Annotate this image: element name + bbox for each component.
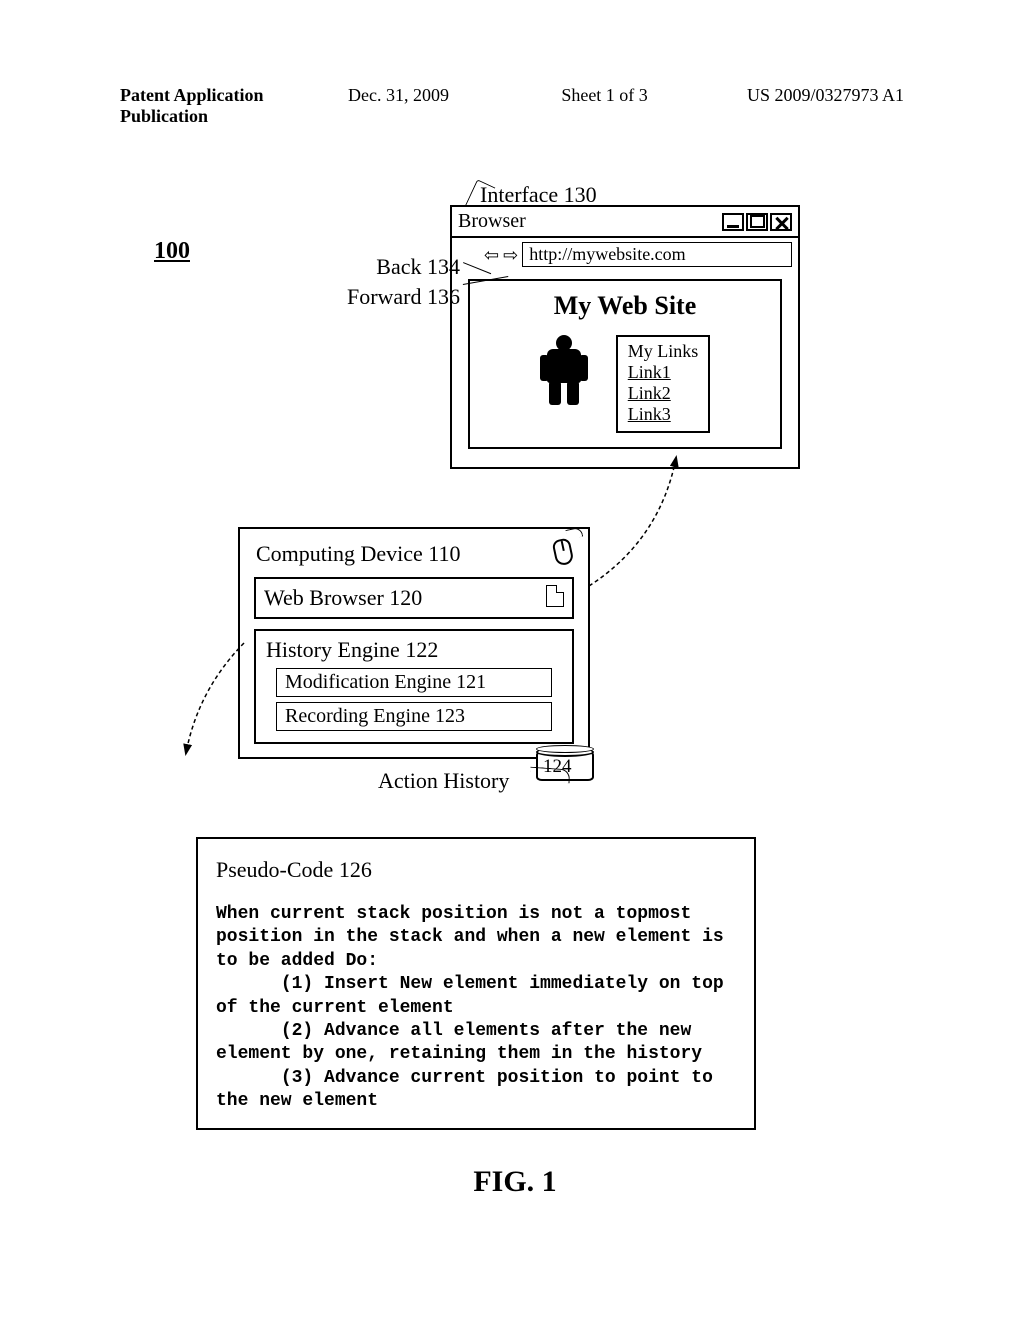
link-2[interactable]: Link2: [628, 383, 699, 404]
close-button[interactable]: [770, 213, 792, 231]
page-heading: My Web Site: [484, 291, 766, 321]
mouse-icon: [551, 537, 574, 566]
back-label: Back 134: [320, 252, 460, 282]
back-forward-labels: Back 134 Forward 136: [320, 252, 460, 311]
page-header: Patent Application Publication Dec. 31, …: [120, 85, 904, 127]
person-icon: [540, 335, 588, 405]
forward-arrow-icon[interactable]: ⇨: [503, 246, 518, 264]
action-history-label: Action History: [378, 768, 509, 794]
maximize-button[interactable]: [746, 213, 768, 231]
url-input[interactable]: http://mywebsite.com: [522, 242, 792, 267]
callout-lead-action-history: [530, 767, 571, 784]
history-engine-box: History Engine 122 Modification Engine 1…: [254, 629, 574, 744]
publication-label: Patent Application Publication: [120, 85, 306, 127]
browser-content: My Web Site My Links Link1 Link2 Link3: [468, 279, 782, 449]
link-3[interactable]: Link3: [628, 404, 699, 425]
computing-device-label: Computing Device 110: [256, 541, 554, 567]
publication-date: Dec. 31, 2009: [306, 85, 492, 127]
browser-nav-bar: ⇦ ⇨ http://mywebsite.com: [452, 238, 798, 271]
recording-engine-box: Recording Engine 123: [276, 702, 552, 731]
forward-label: Forward 136: [320, 282, 460, 312]
computing-device-box: Computing Device 110 Web Browser 120 His…: [238, 527, 590, 759]
figure-label: FIG. 1: [120, 1165, 910, 1199]
reference-number-100: 100: [154, 238, 190, 265]
pseudo-code-title: Pseudo-Code 126: [216, 857, 736, 883]
back-arrow-icon[interactable]: ⇦: [484, 246, 499, 264]
figure-1: 100 Interface 130 Back 134 Forward 136 B…: [120, 160, 910, 1240]
history-engine-label: History Engine 122: [266, 637, 562, 663]
pseudo-code-body: When current stack position is not a top…: [216, 903, 736, 1114]
modification-engine-box: Modification Engine 121: [276, 668, 552, 697]
pseudo-code-box: Pseudo-Code 126 When current stack posit…: [196, 837, 756, 1130]
document-icon: [546, 585, 564, 607]
minimize-button[interactable]: [722, 213, 744, 231]
browser-window: Browser ⇦ ⇨ http://mywebsite.com My Web …: [450, 205, 800, 469]
web-browser-box: Web Browser 120: [254, 577, 574, 619]
link-1[interactable]: Link1: [628, 362, 699, 383]
sheet-number: Sheet 1 of 3: [491, 85, 747, 127]
links-box: My Links Link1 Link2 Link3: [616, 335, 711, 433]
browser-title: Browser: [458, 210, 722, 233]
window-controls: [722, 213, 792, 231]
browser-titlebar: Browser: [452, 207, 798, 238]
doc-number: US 2009/0327973 A1: [747, 85, 904, 127]
web-browser-label: Web Browser 120: [264, 585, 546, 611]
links-title: My Links: [628, 341, 699, 362]
